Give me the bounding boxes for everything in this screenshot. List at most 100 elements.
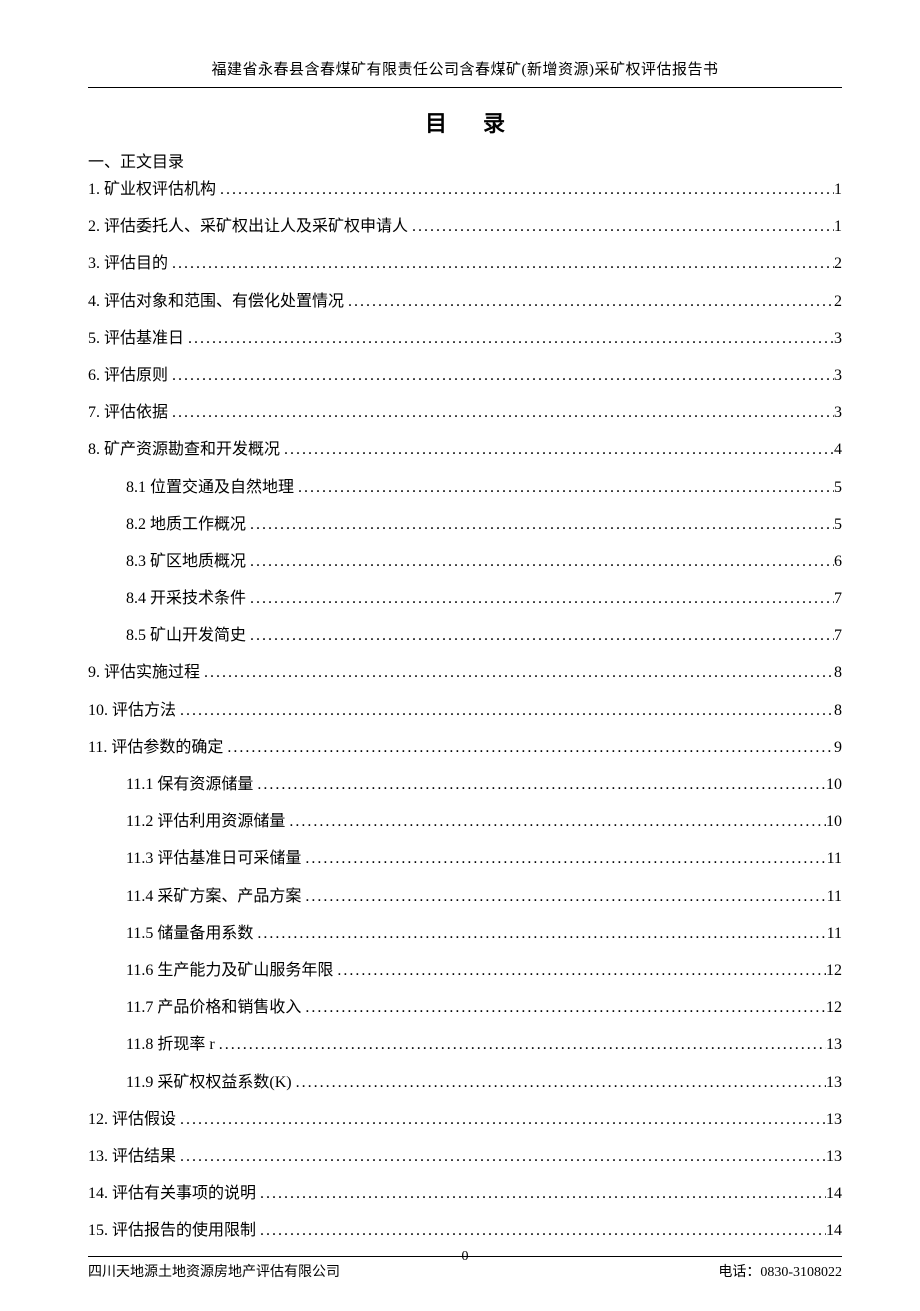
toc-entry-label: 11. 评估参数的确定 [88, 736, 223, 760]
toc-entry-page: 13 [826, 1071, 842, 1095]
toc-leader-dots [253, 922, 826, 946]
toc-entry-page: 2 [834, 290, 842, 314]
toc-entry-label: 9. 评估实施过程 [88, 661, 200, 685]
footer-phone: 电话：0830-3108022 [718, 1261, 842, 1281]
toc-entry-page: 1 [834, 178, 842, 202]
toc-entry: 2. 评估委托人、采矿权出让人及采矿权申请人 1 [88, 215, 842, 239]
toc-entry-label: 11.5 储量备用系数 [126, 922, 253, 946]
toc-entry: 11.2 评估利用资源储量 10 [88, 810, 842, 834]
toc-entry-label: 11.8 折现率 r [126, 1033, 215, 1057]
toc-leader-dots [301, 885, 826, 909]
toc-leader-dots [184, 327, 834, 351]
toc-entry: 3. 评估目的 2 [88, 252, 842, 276]
toc-entry-page: 13 [826, 1033, 842, 1057]
toc-entry-page: 6 [834, 550, 842, 574]
toc-entry-page: 3 [834, 401, 842, 425]
toc-entry-label: 8.3 矿区地质概况 [126, 550, 246, 574]
toc-entry: 11.8 折现率 r 13 [88, 1033, 842, 1057]
toc-entry-label: 4. 评估对象和范围、有偿化处置情况 [88, 290, 344, 314]
toc-leader-dots [176, 1145, 826, 1169]
toc-entry: 1. 矿业权评估机构 1 [88, 178, 842, 202]
toc-entry-page: 1 [834, 215, 842, 239]
toc-entry-page: 8 [834, 699, 842, 723]
toc-entry-label: 3. 评估目的 [88, 252, 168, 276]
toc-entry-label: 11.7 产品价格和销售收入 [126, 996, 301, 1020]
toc-entry-label: 8.5 矿山开发简史 [126, 624, 246, 648]
toc-entry-label: 8. 矿产资源勘查和开发概况 [88, 438, 280, 462]
toc-entry-label: 14. 评估有关事项的说明 [88, 1182, 256, 1206]
toc-entry-label: 8.4 开采技术条件 [126, 587, 246, 611]
toc-entry: 8.4 开采技术条件 7 [88, 587, 842, 611]
toc-entry-label: 5. 评估基准日 [88, 327, 184, 351]
toc-entry: 8.3 矿区地质概况 6 [88, 550, 842, 574]
toc-leader-dots [344, 290, 834, 314]
toc-entry-label: 7. 评估依据 [88, 401, 168, 425]
toc-entry: 11.5 储量备用系数 11 [88, 922, 842, 946]
toc-entry: 8.2 地质工作概况 5 [88, 513, 842, 537]
toc-entry-label: 11.3 评估基准日可采储量 [126, 847, 301, 871]
toc-entry: 6. 评估原则 3 [88, 364, 842, 388]
toc-leader-dots [301, 847, 826, 871]
toc-leader-dots [216, 178, 834, 202]
toc-entry: 5. 评估基准日 3 [88, 327, 842, 351]
toc-entry: 11.4 采矿方案、产品方案 11 [88, 885, 842, 909]
section-heading: 一、正文目录 [88, 148, 842, 172]
toc-entry-page: 14 [826, 1219, 842, 1243]
toc-leader-dots [333, 959, 826, 983]
toc-leader-dots [176, 699, 834, 723]
document-page: 福建省永春县含春煤矿有限责任公司含春煤矿(新增资源)采矿权评估报告书 目录 一、… [0, 0, 920, 1311]
toc-entry: 8. 矿产资源勘查和开发概况 4 [88, 438, 842, 462]
toc-entry-page: 3 [834, 327, 842, 351]
toc-entry-label: 11.2 评估利用资源储量 [126, 810, 285, 834]
toc-entry-page: 10 [826, 773, 842, 797]
toc-entry: 15. 评估报告的使用限制 14 [88, 1219, 842, 1243]
toc-leader-dots [168, 401, 834, 425]
toc-entry-label: 10. 评估方法 [88, 699, 176, 723]
page-footer: 四川天地源土地资源房地产评估有限公司 0 电话：0830-3108022 [88, 1261, 842, 1281]
toc-leader-dots [280, 438, 834, 462]
toc-leader-dots [256, 1182, 826, 1206]
toc-entry-label: 11.6 生产能力及矿山服务年限 [126, 959, 333, 983]
toc-entry-label: 11.1 保有资源储量 [126, 773, 253, 797]
toc-leader-dots [176, 1108, 826, 1132]
toc-entry-page: 7 [834, 624, 842, 648]
toc-entry: 13. 评估结果 13 [88, 1145, 842, 1169]
toc-entry: 12. 评估假设 13 [88, 1108, 842, 1132]
toc-entry: 8.5 矿山开发简史 7 [88, 624, 842, 648]
toc-entry: 4. 评估对象和范围、有偿化处置情况 2 [88, 290, 842, 314]
toc-leader-dots [215, 1033, 826, 1057]
toc-entry-page: 4 [834, 438, 842, 462]
toc-entry-page: 14 [826, 1182, 842, 1206]
toc-entry-label: 11.9 采矿权权益系数(K) [126, 1071, 292, 1095]
header-divider [88, 87, 842, 88]
toc-entry-label: 2. 评估委托人、采矿权出让人及采矿权申请人 [88, 215, 408, 239]
toc-entry: 10. 评估方法 8 [88, 699, 842, 723]
toc-entry: 11.7 产品价格和销售收入 12 [88, 996, 842, 1020]
toc-entry-page: 5 [834, 513, 842, 537]
toc-leader-dots [256, 1219, 826, 1243]
toc-entry-page: 3 [834, 364, 842, 388]
toc-entry-label: 13. 评估结果 [88, 1145, 176, 1169]
toc-entry-page: 9 [834, 736, 842, 760]
toc-entry-label: 8.2 地质工作概况 [126, 513, 246, 537]
toc-entry-page: 11 [827, 885, 842, 909]
toc-entry: 11.6 生产能力及矿山服务年限 12 [88, 959, 842, 983]
toc-entry-page: 12 [826, 996, 842, 1020]
toc-entry-page: 7 [834, 587, 842, 611]
toc-entry-label: 1. 矿业权评估机构 [88, 178, 216, 202]
toc-leader-dots [168, 252, 834, 276]
toc-entry-label: 15. 评估报告的使用限制 [88, 1219, 256, 1243]
toc-entry: 11.9 采矿权权益系数(K) 13 [88, 1071, 842, 1095]
toc-entry-label: 8.1 位置交通及自然地理 [126, 476, 294, 500]
toc-entry-page: 2 [834, 252, 842, 276]
toc-leader-dots [294, 476, 834, 500]
toc-entry: 11.3 评估基准日可采储量 11 [88, 847, 842, 871]
toc-entry-label: 6. 评估原则 [88, 364, 168, 388]
toc-entry-page: 5 [834, 476, 842, 500]
toc-entry-label: 11.4 采矿方案、产品方案 [126, 885, 301, 909]
toc-title: 目录 [88, 106, 842, 138]
toc-entry-page: 11 [827, 847, 842, 871]
toc-entry: 7. 评估依据 3 [88, 401, 842, 425]
footer-company: 四川天地源土地资源房地产评估有限公司 [88, 1261, 340, 1281]
toc-entry: 11. 评估参数的确定 9 [88, 736, 842, 760]
